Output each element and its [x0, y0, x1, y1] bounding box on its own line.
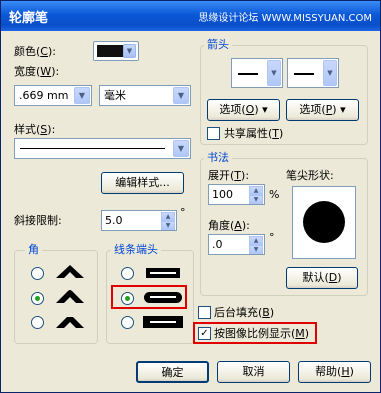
spin-down-icon[interactable]: ▼ — [249, 245, 263, 254]
watermark: 思缘设计论坛 WWW.MISSYUAN.COM — [198, 13, 372, 24]
line-style-select[interactable]: ▼ — [14, 138, 191, 159]
miter-limit-label: 斜接限制: — [14, 214, 62, 227]
corner-round-radio[interactable] — [31, 292, 44, 305]
spin-up-icon[interactable]: ▲ — [161, 212, 175, 221]
chevron-down-icon: ▼ — [123, 44, 136, 58]
share-attributes-label: 共享属性(T) — [224, 127, 284, 140]
round-corner-icon — [56, 290, 84, 303]
start-arrow-select[interactable]: ▼ — [231, 58, 283, 88]
behind-fill-label: 后台填充(B) — [214, 306, 275, 319]
scale-with-image-checkbox[interactable]: ✓ — [198, 327, 211, 340]
spin-up-icon[interactable]: ▲ — [249, 186, 263, 195]
scale-with-image-label: 按图像比例显示(M) — [214, 327, 310, 340]
cap-butt-radio[interactable] — [121, 267, 134, 280]
default-button[interactable]: 默认(D) — [286, 267, 358, 289]
outline-pen-dialog: 轮廓笔 思缘设计论坛 WWW.MISSYUAN.COM 颜色(C): ▼ 宽度(… — [0, 0, 381, 393]
corners-group-label: 角 — [25, 243, 42, 257]
bevel-corner-icon — [56, 317, 84, 328]
chevron-down-icon: ▼ — [173, 87, 189, 104]
stretch-label: 展开(T): — [208, 169, 250, 182]
edit-style-button[interactable]: 编辑样式... — [101, 172, 184, 194]
spin-down-icon[interactable]: ▼ — [249, 195, 263, 204]
color-picker[interactable]: ▼ — [93, 41, 139, 61]
color-swatch — [97, 45, 124, 57]
width-unit-select[interactable]: 毫米 ▼ — [99, 85, 191, 106]
cap-square-radio[interactable] — [121, 316, 134, 329]
width-label: 宽度(W): — [14, 65, 60, 78]
chevron-down-icon: ▼ — [173, 140, 189, 157]
stretch-unit: % — [269, 188, 280, 201]
dialog-title: 轮廓笔 — [9, 11, 49, 26]
butt-cap-icon — [146, 268, 180, 278]
width-select[interactable]: .669 mm ▼ — [14, 85, 92, 106]
nib-shape-dot — [303, 201, 345, 243]
chevron-down-icon: ▼ — [74, 87, 90, 104]
chevron-down-icon: ▼ — [323, 60, 337, 86]
nib-shape-label: 笔尖形状: — [286, 169, 334, 182]
angle-value: .0 — [212, 238, 223, 251]
style-label: 样式(S): — [14, 123, 56, 136]
spin-up-icon[interactable]: ▲ — [249, 236, 263, 245]
no-arrow-line-icon — [238, 73, 258, 75]
title-bar[interactable]: 轮廓笔 思缘设计论坛 WWW.MISSYUAN.COM — [1, 1, 380, 31]
angle-spinner[interactable]: .0 ▲ ▼ — [208, 234, 265, 255]
arrows-group-label: 箭头 — [204, 38, 232, 52]
spin-down-icon[interactable]: ▼ — [161, 221, 175, 230]
miter-corner-icon — [56, 265, 84, 278]
chevron-down-icon: ▼ — [267, 60, 281, 86]
round-cap-icon — [144, 292, 182, 303]
help-button[interactable]: 帮助(H) — [298, 361, 371, 383]
width-value: .669 mm — [19, 89, 69, 102]
stretch-spinner[interactable]: 100 ▲ ▼ — [208, 184, 265, 205]
corner-bevel-radio[interactable] — [31, 316, 44, 329]
nib-shape-preview[interactable] — [292, 186, 356, 259]
color-label: 颜色(C): — [14, 45, 56, 58]
end-arrow-select[interactable]: ▼ — [287, 58, 339, 88]
no-arrow-line-icon — [294, 73, 314, 75]
line-caps-group-label: 线条端头 — [111, 243, 161, 257]
miter-limit-value: 5.0 — [105, 214, 123, 227]
solid-line-sample — [20, 148, 165, 149]
share-attributes-checkbox[interactable] — [207, 127, 220, 140]
angle-label: 角度(A): — [208, 219, 250, 232]
ok-button[interactable]: 确定 — [136, 361, 209, 383]
behind-fill-checkbox[interactable] — [198, 306, 211, 319]
start-arrow-options-button[interactable]: 选项(O) ▾ — [207, 99, 280, 121]
miter-limit-spinner[interactable]: 5.0 ▲ ▼ — [101, 210, 177, 231]
angle-unit: ° — [269, 231, 275, 244]
width-unit-value: 毫米 — [104, 89, 126, 102]
cap-round-radio[interactable] — [121, 292, 134, 305]
square-cap-icon — [143, 316, 183, 328]
corner-miter-radio[interactable] — [31, 267, 44, 280]
calligraphy-group-label: 书法 — [204, 151, 232, 165]
stretch-value: 100 — [212, 188, 233, 201]
end-arrow-options-button[interactable]: 选项(P) ▾ — [286, 99, 359, 121]
cancel-button[interactable]: 取消 — [217, 361, 290, 383]
miter-degree-unit: ° — [180, 206, 186, 219]
